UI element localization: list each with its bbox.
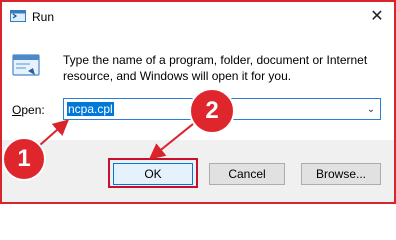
step-2-badge: 2 [189,88,235,134]
arrow-to-ok [148,119,199,160]
step-1-badge: 1 [2,137,46,181]
arrow-to-input [39,119,69,146]
